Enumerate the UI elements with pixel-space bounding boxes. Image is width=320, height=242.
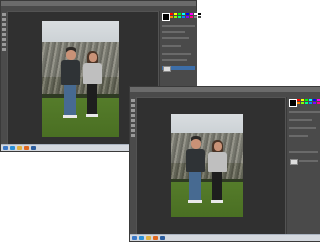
styles-row[interactable]: [162, 53, 191, 55]
swatches-panel[interactable]: [297, 99, 320, 104]
photo-person-girl: [82, 51, 102, 131]
layer-thumbnail: [290, 159, 298, 165]
color-swatch[interactable]: [178, 13, 181, 15]
layer-row[interactable]: [299, 160, 318, 162]
explorer-icon[interactable]: [146, 236, 151, 240]
color-swatch[interactable]: [190, 16, 193, 18]
photo-person-boy: [60, 47, 80, 132]
color-swatch[interactable]: [301, 99, 304, 101]
color-swatch[interactable]: [182, 13, 185, 15]
media-icon[interactable]: [153, 236, 158, 240]
color-swatch[interactable]: [305, 99, 308, 101]
color-swatch[interactable]: [190, 13, 193, 15]
color-swatch[interactable]: [309, 102, 312, 104]
adjustments-row[interactable]: [162, 31, 185, 33]
styles-row[interactable]: [162, 59, 187, 61]
styles-row[interactable]: [289, 135, 308, 137]
color-swatch[interactable]: [170, 16, 173, 18]
document-photo: [42, 21, 119, 137]
photoshop-window-front[interactable]: [129, 86, 320, 242]
media-icon[interactable]: [24, 146, 29, 150]
color-swatch[interactable]: [309, 99, 312, 101]
color-swatch[interactable]: [198, 13, 201, 15]
move-tool-icon[interactable]: [131, 99, 135, 102]
ie-icon[interactable]: [10, 146, 15, 150]
tools-panel[interactable]: [1, 11, 7, 145]
eraser-tool-icon[interactable]: [131, 124, 135, 127]
adjustments-row[interactable]: [289, 119, 312, 121]
start-icon[interactable]: [132, 236, 137, 240]
color-swatch[interactable]: [194, 13, 197, 15]
panel-divider: [289, 111, 320, 113]
photoshop-icon[interactable]: [31, 146, 36, 150]
photoshop-icon[interactable]: [160, 236, 165, 240]
photo-person-boy: [185, 136, 205, 214]
zoom-tool-icon[interactable]: [131, 134, 135, 137]
right-panels[interactable]: [286, 97, 320, 235]
document-photo: [171, 114, 243, 217]
color-swatch[interactable]: [174, 16, 177, 18]
panel-divider: [162, 25, 195, 27]
adjustments-row[interactable]: [162, 37, 189, 39]
document-canvas-area[interactable]: [137, 98, 285, 234]
type-tool-icon[interactable]: [2, 43, 6, 46]
color-swatch[interactable]: [297, 99, 300, 101]
color-swatch[interactable]: [301, 102, 304, 104]
crop-tool-icon[interactable]: [131, 114, 135, 117]
marquee-tool-icon[interactable]: [2, 18, 6, 21]
zoom-tool-icon[interactable]: [2, 48, 6, 51]
adjustments-row[interactable]: [289, 127, 316, 129]
swatches-panel[interactable]: [170, 13, 201, 18]
tools-panel[interactable]: [130, 97, 136, 235]
marquee-tool-icon[interactable]: [131, 104, 135, 107]
ie-icon[interactable]: [139, 236, 144, 240]
color-swatch[interactable]: [305, 102, 308, 104]
lasso-tool-icon[interactable]: [2, 23, 6, 26]
color-swatch[interactable]: [194, 16, 197, 18]
layer-thumbnail: [163, 66, 171, 72]
adjustments-row[interactable]: [162, 45, 181, 47]
color-swatch[interactable]: [182, 16, 185, 18]
lasso-tool-icon[interactable]: [131, 109, 135, 112]
crop-tool-icon[interactable]: [2, 28, 6, 31]
color-swatch[interactable]: [178, 16, 181, 18]
start-icon[interactable]: [3, 146, 8, 150]
move-tool-icon[interactable]: [2, 13, 6, 16]
color-swatch[interactable]: [198, 16, 201, 18]
color-swatch[interactable]: [170, 13, 173, 15]
color-swatch[interactable]: [313, 102, 316, 104]
explorer-icon[interactable]: [17, 146, 22, 150]
foreground-color-icon[interactable]: [162, 13, 170, 21]
brush-tool-icon[interactable]: [131, 119, 135, 122]
color-swatch[interactable]: [297, 102, 300, 104]
color-swatch[interactable]: [186, 13, 189, 15]
color-swatch[interactable]: [186, 16, 189, 18]
color-swatch[interactable]: [174, 13, 177, 15]
eraser-tool-icon[interactable]: [2, 38, 6, 41]
brush-tool-icon[interactable]: [2, 33, 6, 36]
panel-divider: [289, 151, 318, 153]
foreground-color-icon[interactable]: [289, 99, 297, 107]
photo-person-girl: [207, 140, 227, 214]
color-swatch[interactable]: [313, 99, 316, 101]
type-tool-icon[interactable]: [131, 129, 135, 132]
